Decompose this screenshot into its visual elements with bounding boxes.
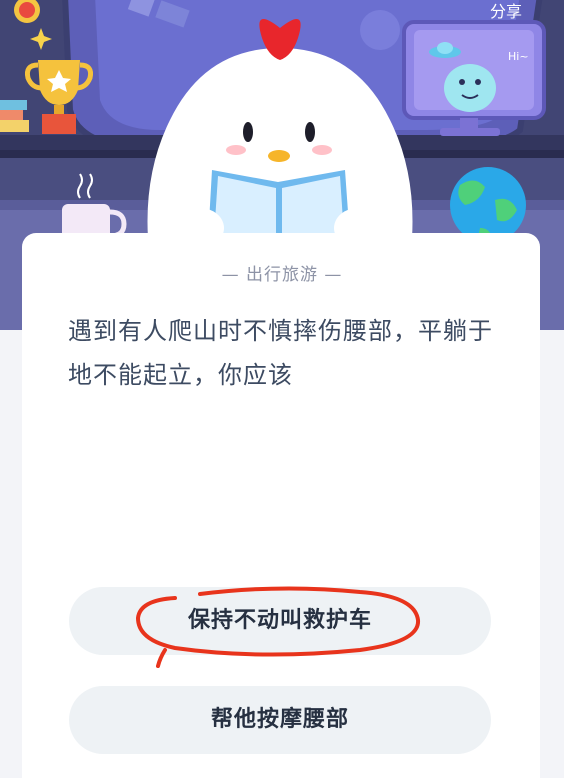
globe-icon [450, 167, 526, 243]
bubble-text: Hi~ [508, 50, 529, 63]
quiz-screen: Hi~ 分享 — 出行旅游 — 遇到有人爬山时不慎摔伤腰部，平躺于地不能起立，你… [0, 0, 564, 778]
option-call-ambulance-button[interactable]: 保持不动叫救护车 [69, 587, 491, 655]
question-text: 遇到有人爬山时不慎摔伤腰部，平躺于地不能起立，你应该 [68, 317, 493, 389]
option-massage-waist-button[interactable]: 帮他按摩腰部 [69, 686, 491, 754]
monitor-icon: Hi~ [402, 20, 546, 136]
share-button[interactable]: 分享 [490, 0, 522, 22]
category-label: — 出行旅游 — [221, 265, 343, 285]
